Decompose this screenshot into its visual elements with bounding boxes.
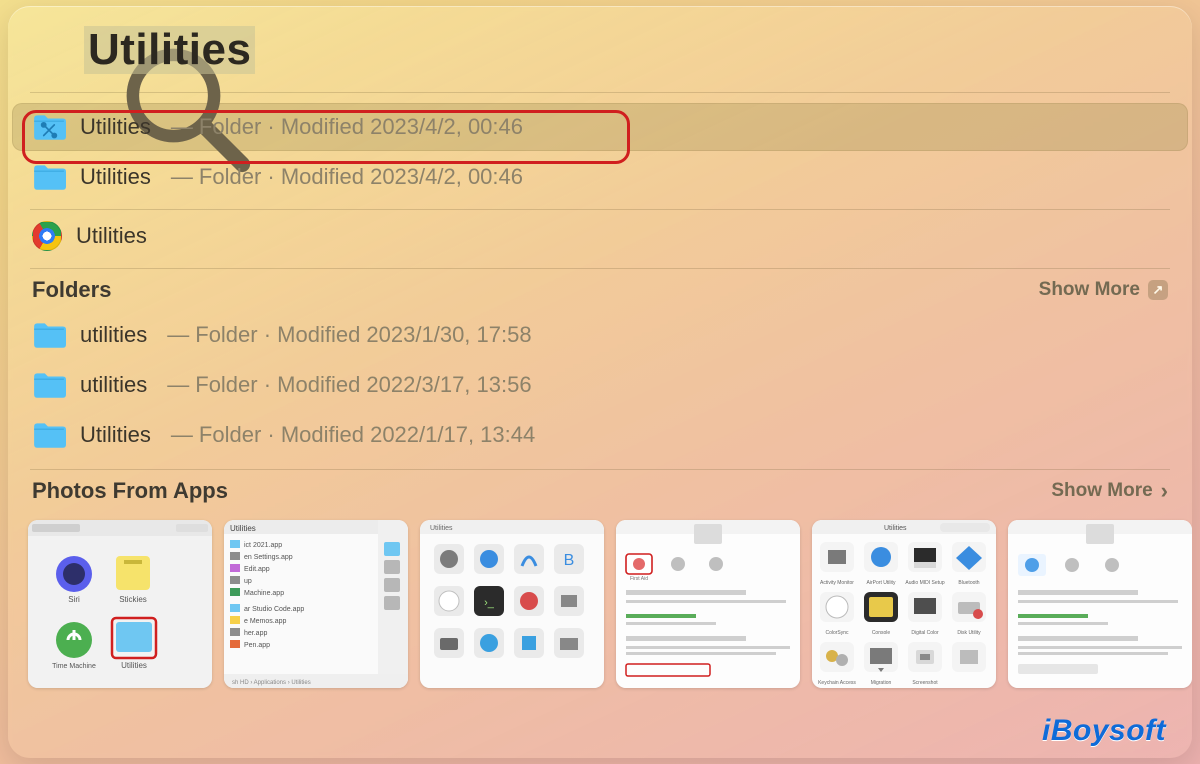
svg-text:sh HD › Applications › Utiliti: sh HD › Applications › Utilities xyxy=(232,680,311,686)
folder-icon xyxy=(32,421,66,449)
separator xyxy=(30,209,1170,210)
result-title: utilities xyxy=(80,322,147,348)
photo-thumb[interactable]: First Aid xyxy=(616,520,800,688)
svg-text:›_: ›_ xyxy=(484,597,495,609)
top-hits-list: Utilities —Folder · Modified 2023/4/2, 0… xyxy=(8,93,1192,260)
result-title: Utilities xyxy=(80,164,151,190)
folder-result-row[interactable]: utilities —Folder · Modified 2023/1/30, … xyxy=(12,311,1188,359)
result-title: utilities xyxy=(80,372,147,398)
chrome-icon xyxy=(32,221,62,251)
svg-text:Bluetooth: Bluetooth xyxy=(958,580,979,586)
section-title: Photos From Apps xyxy=(32,478,228,504)
svg-text:AirPort Utility: AirPort Utility xyxy=(867,580,896,586)
svg-text:Utilities: Utilities xyxy=(230,524,256,533)
svg-text:Utilities: Utilities xyxy=(430,525,453,532)
svg-text:en Settings.app: en Settings.app xyxy=(244,554,293,561)
result-meta: —Folder · Modified 2022/3/17, 13:56 xyxy=(161,372,531,398)
folder-result-row[interactable]: Utilities —Folder · Modified 2022/1/17, … xyxy=(12,411,1188,459)
photo-thumb[interactable]: Siri Stickies Time Machine Utilities xyxy=(28,520,212,688)
search-icon xyxy=(36,33,70,67)
svg-text:ar Studio Code.app: ar Studio Code.app xyxy=(244,606,304,613)
arrow-out-icon: ↗ xyxy=(1148,280,1168,300)
svg-text:Edit.app: Edit.app xyxy=(244,566,270,573)
svg-text:Pen.app: Pen.app xyxy=(244,642,270,649)
svg-text:ColorSync: ColorSync xyxy=(825,630,849,636)
folder-icon xyxy=(32,371,66,399)
section-title: Folders xyxy=(32,277,111,303)
folder-icon xyxy=(32,321,66,349)
svg-text:up: up xyxy=(244,578,252,585)
chevron-right-icon: › xyxy=(1161,478,1168,504)
folder-icon xyxy=(32,163,66,191)
photo-thumb[interactable]: Utilities Activity Monitor AirPort Utili… xyxy=(812,520,996,688)
svg-text:e Memos.app: e Memos.app xyxy=(244,618,287,625)
folder-utilities-icon xyxy=(32,113,66,141)
photo-thumb[interactable]: Utilities ict 2021.app en Settings.app E… xyxy=(224,520,408,688)
folders-list: utilities —Folder · Modified 2023/1/30, … xyxy=(8,307,1192,459)
watermark: iBoysoft xyxy=(1042,714,1166,748)
folder-result-row[interactable]: utilities —Folder · Modified 2022/3/17, … xyxy=(12,361,1188,409)
svg-text:her.app: her.app xyxy=(244,630,267,637)
result-meta: —Folder · Modified 2023/4/2, 00:46 xyxy=(165,114,523,140)
svg-text:Keychain Access: Keychain Access xyxy=(818,680,856,686)
result-title: Utilities xyxy=(80,114,151,140)
svg-text:Digital Color: Digital Color xyxy=(911,630,939,636)
separator xyxy=(30,268,1170,269)
photos-strip: Siri Stickies Time Machine Utilities Uti… xyxy=(8,508,1192,688)
search-input[interactable]: Utilities xyxy=(84,26,255,74)
svg-text:Disk Utility: Disk Utility xyxy=(957,630,981,636)
svg-text:Screenshot: Screenshot xyxy=(912,680,938,686)
svg-text:Utilities: Utilities xyxy=(884,525,907,532)
svg-text:ict 2021.app: ict 2021.app xyxy=(244,542,282,549)
svg-text:Migration: Migration xyxy=(871,680,892,686)
show-more-label: Show More xyxy=(1039,279,1140,301)
svg-text:Stickies: Stickies xyxy=(119,595,147,604)
result-row-chrome-utilities[interactable]: Utilities xyxy=(12,212,1188,260)
svg-text:Siri: Siri xyxy=(68,595,80,604)
svg-text:Activity Monitor: Activity Monitor xyxy=(820,580,854,586)
svg-text:Machine.app: Machine.app xyxy=(244,590,284,597)
result-title: Utilities xyxy=(80,422,151,448)
photo-thumb[interactable]: Utilities B ›_ xyxy=(420,520,604,688)
result-meta: —Folder · Modified 2023/1/30, 17:58 xyxy=(161,322,531,348)
show-more-folders[interactable]: Show More ↗ xyxy=(1039,279,1168,301)
separator xyxy=(30,469,1170,470)
folders-section-header: Folders Show More ↗ xyxy=(8,273,1192,307)
photo-thumb[interactable] xyxy=(1008,520,1192,688)
svg-text:B: B xyxy=(564,552,575,569)
photos-section-header: Photos From Apps Show More › xyxy=(8,474,1192,508)
svg-text:Audio MIDI Setup: Audio MIDI Setup xyxy=(905,580,944,586)
result-meta: —Folder · Modified 2022/1/17, 13:44 xyxy=(165,422,535,448)
search-row: Utilities xyxy=(8,6,1192,88)
result-meta: —Folder · Modified 2023/4/2, 00:46 xyxy=(165,164,523,190)
svg-text:Utilities: Utilities xyxy=(121,661,147,670)
svg-text:Time Machine: Time Machine xyxy=(52,663,96,670)
show-more-photos[interactable]: Show More › xyxy=(1051,478,1168,504)
svg-text:Console: Console xyxy=(872,630,891,636)
show-more-label: Show More xyxy=(1051,480,1152,502)
spotlight-window: Utilities Utilities —Folder · Modified 2… xyxy=(8,6,1192,758)
svg-text:First Aid: First Aid xyxy=(630,576,648,582)
result-title: Utilities xyxy=(76,223,147,249)
